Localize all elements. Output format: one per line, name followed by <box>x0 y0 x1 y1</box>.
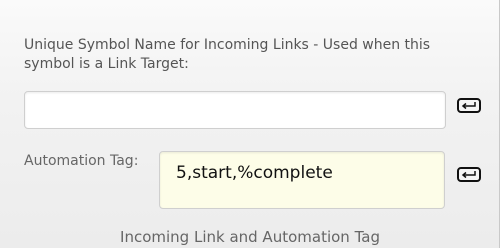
apply-automation-tag-button[interactable] <box>457 167 481 182</box>
incoming-link-panel: Unique Symbol Name for Incoming Links - … <box>0 0 500 248</box>
symbol-name-input[interactable] <box>24 91 446 129</box>
panel-caption: Incoming Link and Automation Tag <box>120 228 380 246</box>
enter-icon <box>461 102 476 110</box>
apply-symbol-name-button[interactable] <box>457 98 481 113</box>
automation-tag-label: Automation Tag: <box>24 153 139 169</box>
automation-tag-input[interactable]: 5,start,%complete <box>159 151 445 209</box>
enter-icon <box>461 171 476 179</box>
symbol-name-description: Unique Symbol Name for Incoming Links - … <box>24 37 431 72</box>
